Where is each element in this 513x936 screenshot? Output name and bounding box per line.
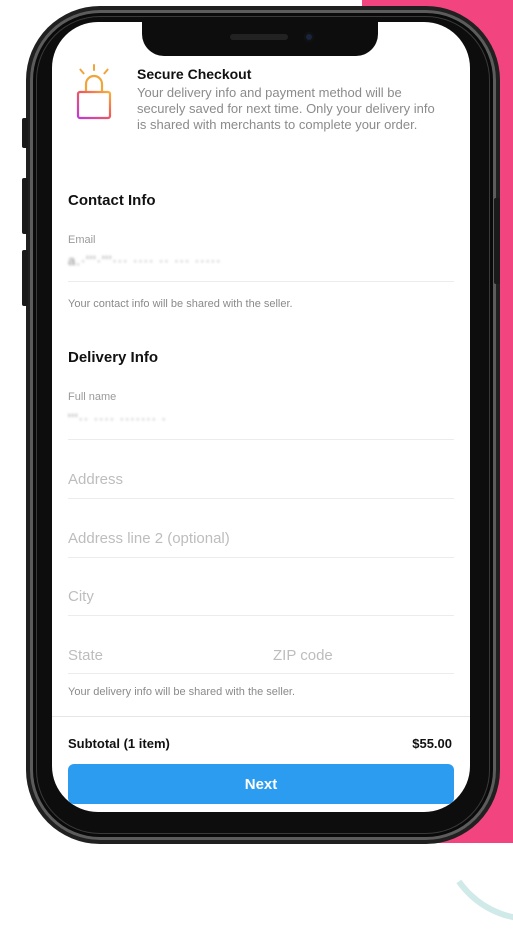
full-name-underline	[68, 439, 454, 440]
power-button	[494, 198, 500, 284]
front-camera	[304, 32, 314, 42]
phone-screen: Secure Checkout Your delivery info and p…	[52, 22, 470, 812]
speaker	[230, 34, 288, 40]
email-underline	[68, 281, 454, 282]
state-zip-underline	[68, 673, 454, 674]
city-underline	[68, 615, 454, 616]
secure-checkout-description: Your delivery info and payment method wi…	[137, 85, 435, 132]
full-name-field[interactable]: '''·· ···· ······· ·	[68, 411, 167, 426]
spark-ray	[93, 64, 95, 71]
delivery-helper-text: Your delivery info will be shared with t…	[68, 686, 296, 698]
secure-checkout-title: Secure Checkout	[137, 66, 252, 82]
email-field[interactable]: a.·'''·'''··· ···· ·· ··· ·····	[68, 253, 221, 268]
address-underline	[68, 498, 454, 499]
state-input[interactable]: State	[68, 647, 103, 664]
contact-info-heading: Contact Info	[68, 192, 156, 209]
lock-icon	[72, 64, 116, 124]
zip-code-input[interactable]: ZIP code	[273, 647, 333, 664]
address-line2-input[interactable]: Address line 2 (optional)	[68, 530, 230, 547]
city-input[interactable]: City	[68, 588, 94, 605]
delivery-info-heading: Delivery Info	[68, 349, 159, 366]
footer-divider	[52, 716, 470, 717]
subtotal-label: Subtotal (1 item)	[68, 736, 170, 751]
subtotal-value: $55.00	[412, 736, 452, 751]
next-button[interactable]: Next	[68, 764, 454, 804]
notch	[142, 22, 378, 56]
email-label: Email	[68, 234, 96, 246]
volume-down-button	[22, 250, 28, 306]
full-name-label: Full name	[68, 391, 117, 403]
contact-helper-text: Your contact info will be shared with th…	[68, 298, 293, 310]
mute-switch	[22, 118, 28, 148]
address-input[interactable]: Address	[68, 471, 123, 488]
address-line2-underline	[68, 557, 454, 558]
secure-checkout-banner: Secure Checkout Your delivery info and p…	[72, 58, 452, 158]
volume-up-button	[22, 178, 28, 234]
